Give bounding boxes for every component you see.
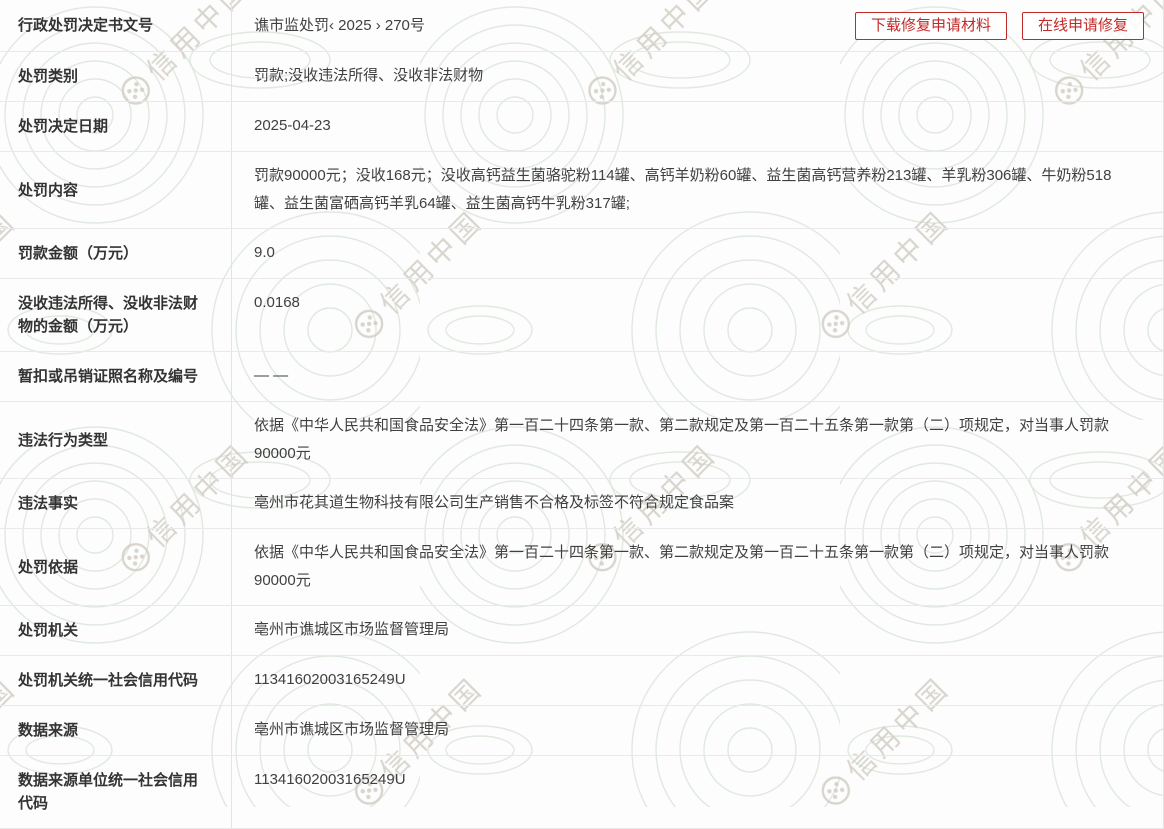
row-label: 行政处罚决定书文号 [0,0,231,51]
table-row: 暂扣或吊销证照名称及编号 — — [0,352,1163,402]
row-label: 处罚类别 [0,52,231,101]
download-repair-materials-button[interactable]: 下载修复申请材料 [855,12,1007,40]
table-row: 处罚机关 亳州市谯城区市场监督管理局 [0,606,1163,656]
row-value: 罚款90000元；没收168元；没收高钙益生菌骆驼粉114罐、高钙羊奶粉60罐、… [231,152,1163,228]
table-row: 处罚决定日期 2025-04-23 [0,102,1163,152]
table-row: 违法事实 亳州市花其道生物科技有限公司生产销售不合格及标签不符合规定食品案 [0,479,1163,529]
row-value: 谯市监处罚‹ 2025 › 270号 [254,12,425,40]
row-value: 亳州市谯城区市场监督管理局 [231,706,1163,755]
row-value: 亳州市花其道生物科技有限公司生产销售不合格及标签不符合规定食品案 [231,479,1163,528]
penalty-record-table: 行政处罚决定书文号 谯市监处罚‹ 2025 › 270号 下载修复申请材料 在线… [0,0,1164,829]
table-row: 违法行为类型 依据《中华人民共和国食品安全法》第一百二十四条第一款、第二款规定及… [0,402,1163,479]
table-row: 处罚机关统一社会信用代码 11341602003165249U [0,656,1163,706]
row-value: 9.0 [231,229,1163,278]
row-value: 亳州市谯城区市场监督管理局 [231,606,1163,655]
row-value: — — [231,352,1163,401]
row-label: 处罚依据 [0,529,231,605]
row-value: 依据《中华人民共和国食品安全法》第一百二十四条第一款、第二款规定及第一百二十五条… [231,529,1163,605]
table-row: 数据来源单位统一社会信用代码 11341602003165249U [0,756,1163,829]
table-row: 行政处罚决定书文号 谯市监处罚‹ 2025 › 270号 下载修复申请材料 在线… [0,0,1163,52]
row-value: 11341602003165249U [231,656,1163,705]
table-row: 罚款金额（万元） 9.0 [0,229,1163,279]
table-row: 处罚依据 依据《中华人民共和国食品安全法》第一百二十四条第一款、第二款规定及第一… [0,529,1163,606]
row-label: 违法事实 [0,479,231,528]
table-row: 处罚类别 罚款;没收违法所得、没收非法财物 [0,52,1163,102]
row-label: 暂扣或吊销证照名称及编号 [0,352,231,401]
row-value: 11341602003165249U [231,756,1163,828]
row-label: 数据来源单位统一社会信用代码 [0,756,231,828]
row-label: 处罚机关统一社会信用代码 [0,656,231,705]
row-label: 处罚决定日期 [0,102,231,151]
row-label: 违法行为类型 [0,402,231,478]
row-label: 数据来源 [0,706,231,755]
repair-actions: 下载修复申请材料 在线申请修复 [855,12,1144,40]
row-value-cell: 谯市监处罚‹ 2025 › 270号 下载修复申请材料 在线申请修复 [231,0,1163,51]
row-value: 2025-04-23 [231,102,1163,151]
table-row: 处罚内容 罚款90000元；没收168元；没收高钙益生菌骆驼粉114罐、高钙羊奶… [0,152,1163,229]
table-row: 数据来源 亳州市谯城区市场监督管理局 [0,706,1163,756]
table-row: 没收违法所得、没收非法财物的金额（万元） 0.0168 [0,279,1163,352]
row-label: 处罚内容 [0,152,231,228]
row-label: 没收违法所得、没收非法财物的金额（万元） [0,279,231,351]
online-repair-apply-button[interactable]: 在线申请修复 [1022,12,1144,40]
row-value: 罚款;没收违法所得、没收非法财物 [231,52,1163,101]
row-label: 罚款金额（万元） [0,229,231,278]
row-label: 处罚机关 [0,606,231,655]
row-value: 依据《中华人民共和国食品安全法》第一百二十四条第一款、第二款规定及第一百二十五条… [231,402,1163,478]
row-value: 0.0168 [231,279,1163,351]
